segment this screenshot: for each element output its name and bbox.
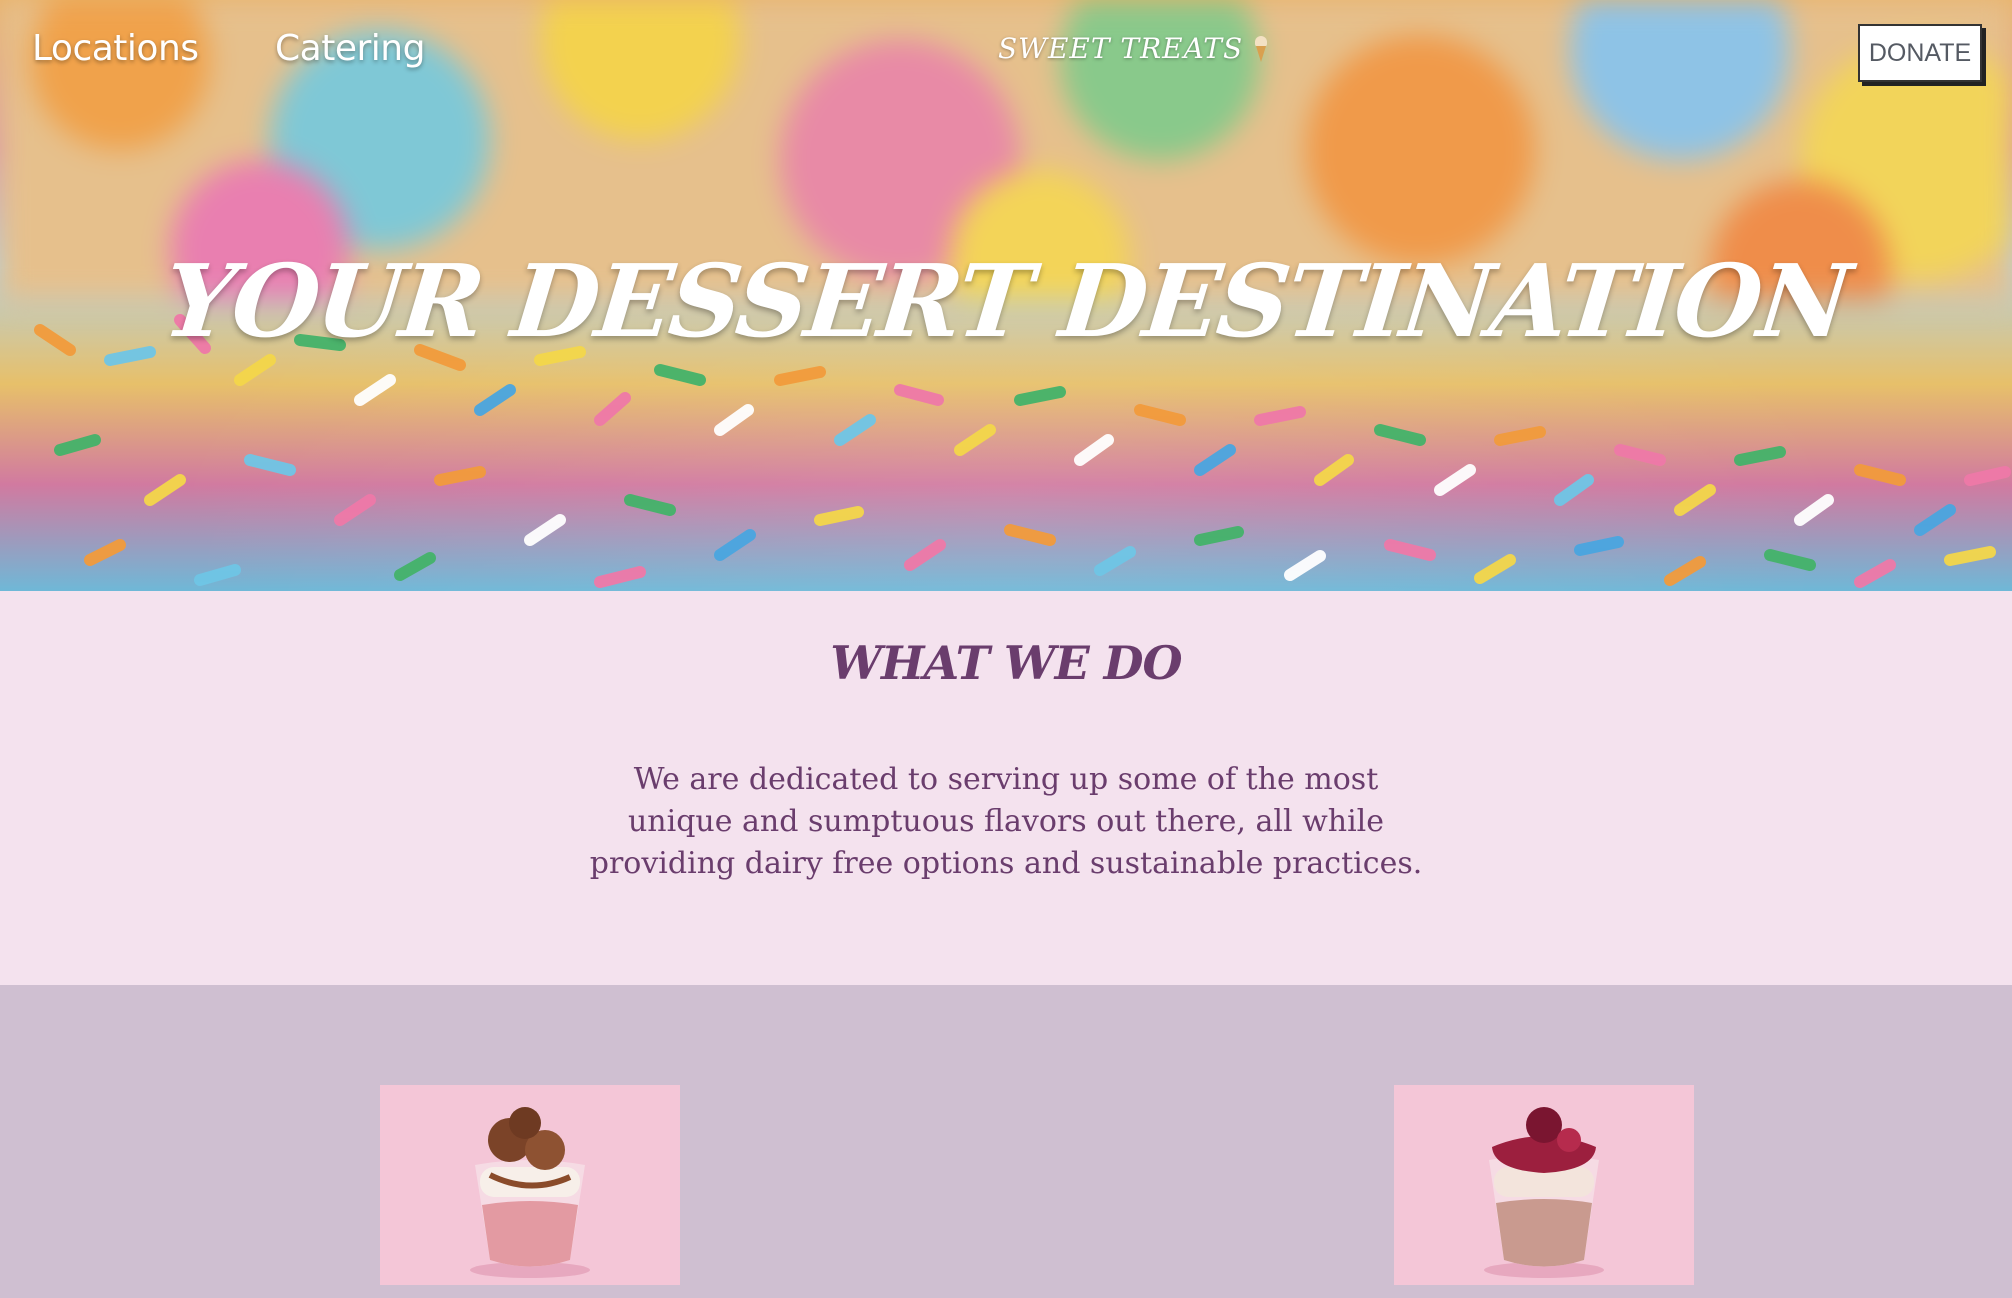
about-title: WHAT WE DO — [830, 636, 1182, 690]
hero-banner: Locations Catering SWEET TREATS DONATE Y… — [0, 0, 2012, 591]
strawberry-parfait-image[interactable] — [1394, 1085, 1694, 1285]
brand-name: SWEET TREATS — [998, 32, 1244, 65]
nav-link-locations[interactable]: Locations — [32, 28, 199, 69]
about-section: WHAT WE DO We are dedicated to serving u… — [0, 591, 2012, 985]
strawberry-parfait-graphic — [1394, 1085, 1694, 1285]
ice-cream-cone-icon — [1253, 34, 1269, 64]
nav-link-catering[interactable]: Catering — [275, 28, 425, 69]
about-body: We are dedicated to serving up some of t… — [589, 762, 1423, 881]
chocolate-parfait-graphic — [380, 1085, 680, 1285]
products-section — [0, 985, 2012, 1298]
chocolate-parfait-image[interactable] — [380, 1085, 680, 1285]
donate-button[interactable]: DONATE — [1858, 24, 1982, 82]
brand-logo[interactable]: SWEET TREATS — [998, 32, 1269, 65]
hero-title: YOUR DESSERT DESTINATION — [158, 242, 1854, 360]
